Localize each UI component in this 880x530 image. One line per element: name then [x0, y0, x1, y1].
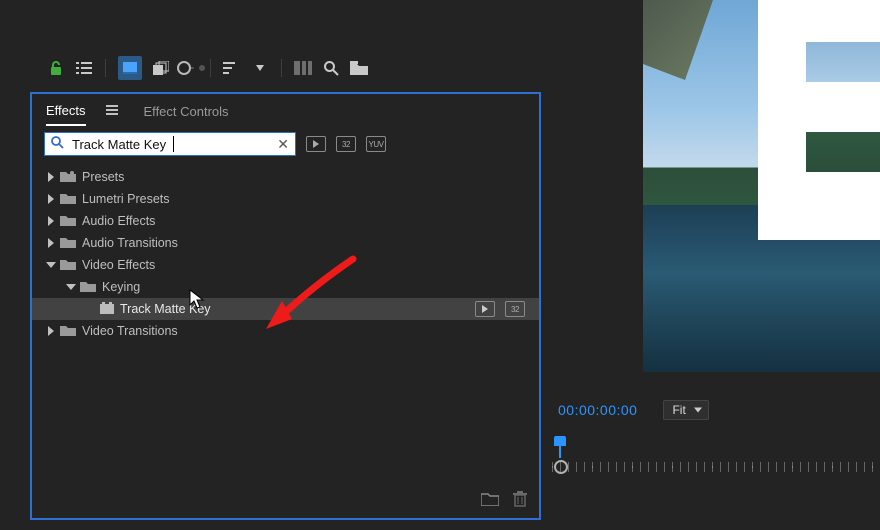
list-icon[interactable] — [75, 59, 93, 77]
new-bin-icon[interactable] — [481, 492, 499, 509]
chevron-right-icon — [46, 216, 56, 226]
preset-folder-icon — [60, 170, 76, 185]
tree-item-lumetri[interactable]: Lumetri Presets — [32, 188, 539, 210]
zoom-fit-dropdown[interactable]: Fit — [663, 400, 708, 420]
tree-label: Audio Effects — [82, 214, 155, 228]
effect-badges: 32 — [475, 301, 539, 317]
panel-menu-icon[interactable] — [106, 105, 118, 115]
search-input[interactable]: ✕ — [44, 132, 296, 156]
timeline-toolbar — [47, 54, 368, 82]
program-monitor — [643, 0, 880, 372]
tree-item-keying[interactable]: Keying — [32, 276, 539, 298]
accelerated-effects-filter-icon[interactable] — [306, 136, 326, 152]
metadata-view-icon[interactable] — [294, 59, 312, 77]
folder-icon — [80, 280, 96, 295]
tree-label: Audio Transitions — [82, 236, 178, 250]
chevron-right-icon — [46, 172, 56, 182]
chevron-down-icon — [66, 282, 76, 292]
accelerated-badge-icon — [475, 301, 495, 317]
tree-item-audio-effects[interactable]: Audio Effects — [32, 210, 539, 232]
sort-dropdown-icon[interactable] — [251, 59, 269, 77]
32bit-filter-icon[interactable]: 32 — [336, 136, 356, 152]
folder-icon — [60, 258, 76, 273]
folder-icon — [60, 236, 76, 251]
clear-search-icon[interactable]: ✕ — [277, 136, 289, 153]
panel-footer — [481, 491, 527, 510]
tab-effects[interactable]: Effects — [46, 103, 86, 126]
32bit-badge-icon: 32 — [505, 301, 525, 317]
stack-view-icon[interactable] — [152, 59, 170, 77]
preview-text-shape — [758, 0, 880, 240]
effects-panel: Effects Effect Controls ✕ 32 YUV Presets — [32, 94, 539, 518]
tab-effect-controls[interactable]: Effect Controls — [144, 104, 229, 119]
effects-tree: Presets Lumetri Presets Audio Effects Au… — [32, 164, 539, 344]
effects-search-row: ✕ 32 YUV — [32, 128, 539, 164]
tree-item-track-matte-key[interactable]: Track Matte Key 32 — [32, 298, 539, 320]
bin-icon[interactable] — [350, 59, 368, 77]
tree-label: Keying — [102, 280, 140, 294]
program-timeline[interactable] — [548, 436, 880, 476]
text-caret — [173, 136, 174, 152]
search-field[interactable] — [70, 136, 271, 153]
tree-item-video-effects[interactable]: Video Effects — [32, 254, 539, 276]
playhead-icon[interactable] — [554, 436, 566, 458]
tree-label: Presets — [82, 170, 124, 184]
yuv-filter-icon[interactable]: YUV — [366, 136, 386, 152]
tree-item-video-transitions[interactable]: Video Transitions — [32, 320, 539, 342]
zoom-slider[interactable] — [180, 59, 198, 77]
search-icon — [51, 136, 64, 152]
search-icon[interactable] — [322, 59, 340, 77]
delete-icon[interactable] — [513, 491, 527, 510]
program-controls: 00:00:00:00 Fit — [558, 400, 709, 420]
folder-icon — [60, 214, 76, 229]
tree-label: Track Matte Key — [120, 302, 211, 316]
chevron-right-icon — [46, 194, 56, 204]
sort-icon[interactable] — [223, 59, 241, 77]
chevron-right-icon — [46, 326, 56, 336]
folder-icon — [60, 324, 76, 339]
chevron-right-icon — [46, 238, 56, 248]
timecode-display[interactable]: 00:00:00:00 — [558, 402, 637, 418]
folder-icon — [60, 192, 76, 207]
chevron-down-icon — [46, 260, 56, 270]
tree-label: Lumetri Presets — [82, 192, 170, 206]
tree-item-presets[interactable]: Presets — [32, 166, 539, 188]
effect-icon — [100, 302, 114, 317]
lock-icon[interactable] — [47, 59, 65, 77]
thumbnail-view-icon[interactable] — [118, 56, 142, 80]
tree-item-audio-transitions[interactable]: Audio Transitions — [32, 232, 539, 254]
panel-tab-bar: Effects Effect Controls — [32, 94, 539, 128]
tree-label: Video Transitions — [82, 324, 178, 338]
tree-label: Video Effects — [82, 258, 155, 272]
